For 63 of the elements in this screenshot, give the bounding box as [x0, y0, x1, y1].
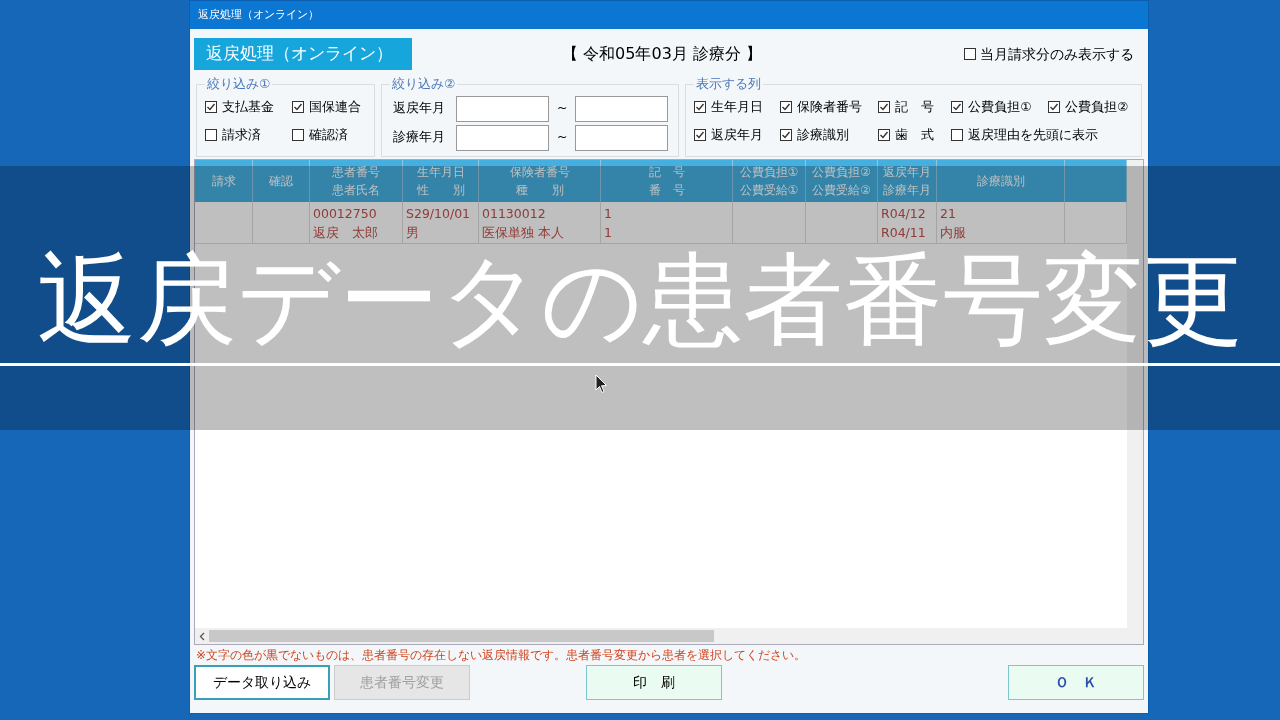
table-cell-text: R04/11 [881, 223, 927, 242]
header-text: 生年月日 [416, 164, 465, 181]
header-text: 確認 [269, 173, 293, 190]
table-cell-text: 01130012 [482, 204, 547, 223]
range-separator: ~ [557, 128, 567, 147]
group-legend: 絞り込み① [205, 75, 273, 94]
header-text: 患者氏名 [332, 182, 380, 199]
table-cell-text: S29/10/01 [406, 204, 472, 223]
scrollbar-thumb[interactable] [209, 630, 714, 642]
header-text: 保険者番号 [509, 164, 570, 181]
header-text: 記 号 [648, 164, 685, 181]
data-import-button[interactable]: データ取り込み [194, 665, 330, 700]
header-text: 診療識別 [976, 173, 1025, 190]
checkbox[interactable]: 生年月日 [694, 97, 768, 117]
table-cell-text: 21 [940, 204, 957, 223]
period-label: 【 令和05年03月 診療分 】 [562, 43, 763, 65]
checkbox[interactable]: 返戻年月 [694, 125, 768, 145]
field-label: 診療年月 [392, 128, 446, 147]
checkbox[interactable]: 確認済 [291, 125, 366, 145]
group-legend: 絞り込み② [390, 75, 458, 94]
screen-title: 返戻処理（オンライン） [194, 38, 412, 70]
group-legend: 表示する列 [694, 75, 763, 94]
checkbox[interactable]: 公費負担② [1048, 97, 1133, 117]
date-field[interactable] [575, 95, 668, 122]
header-text: 公費受給② [812, 182, 871, 199]
month-only-checkbox[interactable]: 当月請求分のみ表示する [964, 43, 1134, 65]
header-text: 返戻年月 [883, 164, 931, 181]
table-cell-text: 00012750 [313, 204, 378, 223]
header-text: 公費負担② [812, 164, 871, 181]
header-text: 診療年月 [883, 182, 931, 199]
scroll-left-icon[interactable] [199, 631, 205, 641]
header-text: 性 別 [416, 182, 465, 199]
table-cell-text: 内服 [940, 223, 967, 242]
table-cell-text: 返戻 太郎 [313, 223, 379, 242]
note-text: ※文字の色が黒でないものは、患者番号の存在しない返戻情報です。患者番号変更から患者を選択してください。 [195, 647, 808, 664]
table-cell-text: 1 [604, 223, 613, 242]
print-button[interactable]: 印 刷 [586, 665, 722, 700]
checkbox[interactable]: 診療識別 [779, 125, 867, 145]
header-text: 公費受給① [739, 182, 799, 199]
table-cell-text: 医保単独 本人 [482, 223, 565, 242]
table-cell-text: 1 [604, 204, 613, 223]
table-cell-text: R04/12 [881, 204, 927, 223]
header-text: 種 別 [515, 182, 564, 199]
header-text: 番 号 [648, 182, 685, 199]
header-text: 請求 [211, 173, 236, 190]
window-title: 返戻処理（オンライン） [198, 6, 319, 23]
field-label: 返戻年月 [392, 99, 446, 118]
checkbox[interactable]: 返戻理由を先頭に表示 [951, 125, 1133, 145]
ok-button[interactable]: Ｏ Ｋ [1008, 665, 1144, 700]
date-field[interactable] [575, 124, 668, 151]
checkbox[interactable]: 記 号 [878, 97, 940, 117]
checkbox[interactable]: 公費負担① [951, 97, 1037, 117]
date-field[interactable] [456, 95, 549, 122]
date-field[interactable] [456, 124, 549, 151]
checkbox[interactable]: 歯 式 [878, 125, 940, 145]
header-text: 公費負担① [739, 164, 799, 181]
checkbox[interactable]: 支払基金 [205, 97, 280, 117]
checkbox[interactable]: 保険者番号 [779, 97, 867, 117]
range-separator: ~ [557, 99, 567, 118]
checkbox[interactable]: 請求済 [205, 125, 280, 145]
header-text: 患者番号 [332, 164, 380, 181]
table-cell-text: 男 [406, 223, 420, 242]
checkbox[interactable]: 国保連合 [291, 97, 366, 117]
